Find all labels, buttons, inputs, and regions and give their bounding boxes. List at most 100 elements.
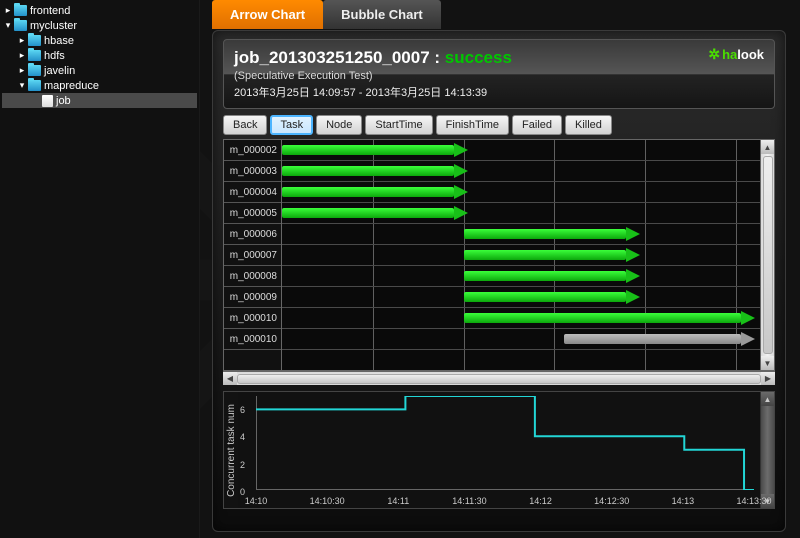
scroll-right-icon[interactable]: ▶ [761, 372, 775, 385]
task-row [282, 224, 760, 245]
tree-item-javelin[interactable]: ▸ javelin [2, 63, 197, 78]
task-label: m_000006 [224, 224, 281, 245]
task-label: m_000010 [224, 329, 281, 350]
tree-label: job [56, 95, 71, 107]
tab-bubble-chart[interactable]: Bubble Chart [323, 0, 441, 29]
folder-icon [14, 20, 27, 31]
scroll-thumb-h[interactable] [237, 374, 761, 384]
tree-label: hbase [44, 35, 74, 47]
concurrent-ylabel: Concurrent task num [226, 404, 237, 497]
scroll-up-icon[interactable]: ▲ [761, 140, 774, 154]
scroll-left-icon[interactable]: ◀ [223, 372, 237, 385]
task-arrow[interactable] [564, 332, 755, 346]
arrow-plot[interactable] [282, 140, 760, 370]
scroll-down-icon[interactable]: ▼ [761, 356, 774, 370]
tab-bar: Arrow ChartBubble Chart [212, 0, 441, 29]
finishtime-button[interactable]: FinishTime [436, 115, 509, 135]
brand-logo: ✲halook [708, 46, 764, 63]
task-row [282, 266, 760, 287]
concurrent-chart: Concurrent task num 024614:1014:10:3014:… [223, 391, 775, 509]
task-arrow[interactable] [464, 227, 641, 241]
folder-icon [28, 35, 41, 46]
task-arrow[interactable] [282, 206, 468, 220]
ytick: 4 [240, 432, 245, 442]
job-subtitle: (Speculative Execution Test) [234, 70, 764, 82]
main-panel: alook Arrow ChartBubble Chart job_201303… [200, 0, 800, 538]
tree-label: hdfs [44, 50, 65, 62]
task-labels: m_000002m_000003m_000004m_000005m_000006… [224, 140, 282, 370]
task-label: m_000005 [224, 203, 281, 224]
xtick: 14:10:30 [310, 496, 345, 506]
task-label: m_000002 [224, 140, 281, 161]
task-row [282, 308, 760, 329]
folder-icon [28, 50, 41, 61]
tree-item-mycluster[interactable]: ▾ mycluster [2, 18, 197, 33]
task-row [282, 161, 760, 182]
tree-label: mapreduce [44, 80, 99, 92]
tab-arrow-chart[interactable]: Arrow Chart [212, 0, 323, 29]
task-row [282, 140, 760, 161]
task-arrow[interactable] [464, 269, 641, 283]
arrow-chart: m_000002m_000003m_000004m_000005m_000006… [223, 139, 775, 371]
arrow-scroll-v[interactable]: ▲ ▼ [760, 140, 774, 370]
task-row [282, 182, 760, 203]
tree-item-mapreduce[interactable]: ▾ mapreduce [2, 78, 197, 93]
arrow-scroll-h[interactable]: ◀ ▶ [223, 371, 775, 385]
scroll-thumb[interactable] [763, 156, 773, 354]
task-arrow[interactable] [282, 143, 468, 157]
killed-button[interactable]: Killed [565, 115, 612, 135]
task-arrow[interactable] [464, 248, 641, 262]
doc-icon [42, 95, 53, 107]
task-arrow[interactable] [282, 164, 468, 178]
tree-label: javelin [44, 65, 75, 77]
xtick: 14:11:30 [452, 496, 486, 506]
tree-toggle-icon[interactable]: ▸ [16, 35, 28, 46]
tree-item-hdfs[interactable]: ▸ hdfs [2, 48, 197, 63]
scroll-track[interactable] [237, 372, 761, 385]
node-button[interactable]: Node [316, 115, 362, 135]
task-button[interactable]: Task [270, 115, 313, 135]
xtick: 14:10 [245, 496, 268, 506]
concurrent-ylabel-box: Concurrent task num [224, 392, 238, 508]
job-id: job_201303251250_0007 [234, 48, 430, 67]
brand-prefix: ha [722, 47, 737, 62]
concurrent-plot[interactable]: 024614:1014:10:3014:1114:11:3014:1214:12… [238, 392, 760, 508]
task-row [282, 245, 760, 266]
tree-toggle-icon[interactable]: ▾ [16, 80, 28, 91]
tree-label: frontend [30, 5, 70, 17]
brand-suffix: look [737, 47, 764, 62]
tree-label: mycluster [30, 20, 77, 32]
concurrent-scroll-v[interactable]: ▲ ▼ [760, 392, 774, 508]
task-row [282, 203, 760, 224]
brand-gear-icon: ✲ [708, 46, 720, 62]
tree-toggle-icon[interactable]: ▸ [16, 50, 28, 61]
task-arrow[interactable] [464, 311, 756, 325]
tree-item-frontend[interactable]: ▸ frontend [2, 3, 197, 18]
task-arrow[interactable] [464, 290, 641, 304]
tree-item-job[interactable]: job [2, 93, 197, 108]
failed-button[interactable]: Failed [512, 115, 562, 135]
sidebar-tree: ▸frontend▾mycluster▸hbase▸hdfs▸javelin▾m… [0, 0, 200, 538]
task-label: m_000007 [224, 245, 281, 266]
job-title: job_201303251250_0007 : success [234, 48, 764, 68]
tree-toggle-icon[interactable]: ▸ [16, 65, 28, 76]
tree-toggle-icon[interactable]: ▸ [2, 5, 14, 16]
task-arrow[interactable] [282, 185, 468, 199]
concurrent-line [256, 396, 754, 490]
scroll-up-icon[interactable]: ▲ [761, 392, 774, 406]
ytick: 6 [240, 405, 245, 415]
tree-toggle-icon[interactable]: ▾ [2, 20, 14, 31]
task-label: m_000003 [224, 161, 281, 182]
folder-icon [14, 5, 27, 16]
back-button[interactable]: Back [223, 115, 267, 135]
task-row [282, 287, 760, 308]
task-label: m_000008 [224, 266, 281, 287]
button-row: BackTaskNodeStartTimeFinishTimeFailedKil… [223, 115, 775, 135]
xtick: 14:13:30 [736, 496, 771, 506]
xtick: 14:12 [529, 496, 552, 506]
job-sep: : [430, 48, 445, 67]
chart-panel: job_201303251250_0007 : success (Specula… [212, 30, 786, 532]
xtick: 14:13 [672, 496, 695, 506]
starttime-button[interactable]: StartTime [365, 115, 432, 135]
tree-item-hbase[interactable]: ▸ hbase [2, 33, 197, 48]
